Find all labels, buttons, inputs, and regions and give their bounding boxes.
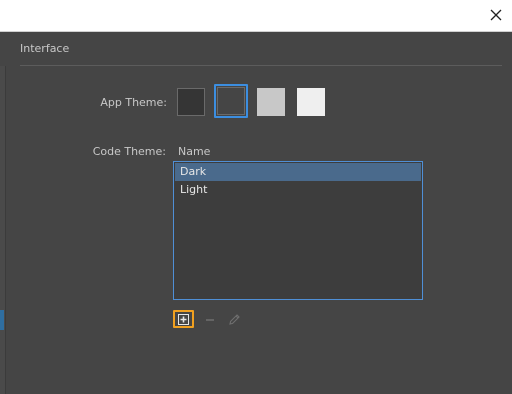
theme-swatch-lightest[interactable] <box>297 88 325 116</box>
section-title: Interface <box>20 42 70 55</box>
list-item-light[interactable]: Light <box>175 181 421 199</box>
plus-icon <box>178 313 189 325</box>
add-theme-button[interactable] <box>173 310 194 328</box>
theme-swatch-darkest[interactable] <box>177 88 205 116</box>
list-item-dark[interactable]: Dark <box>175 163 421 181</box>
code-theme-label: Code Theme: <box>92 145 166 158</box>
theme-swatch-light[interactable] <box>257 88 285 116</box>
theme-swatch-dark[interactable] <box>217 87 245 115</box>
app-theme-label: App Theme: <box>100 96 167 109</box>
minus-icon <box>206 319 214 321</box>
section-divider <box>20 65 502 66</box>
edit-theme-button[interactable] <box>226 311 242 327</box>
sidebar-edge <box>0 66 6 394</box>
pencil-icon <box>228 313 240 325</box>
code-theme-list[interactable]: Dark Light <box>173 161 423 300</box>
remove-theme-button[interactable] <box>202 312 218 328</box>
close-icon <box>490 9 502 21</box>
sidebar-selection-marker <box>0 310 4 330</box>
column-header-name: Name <box>178 145 211 158</box>
close-button[interactable] <box>486 5 506 25</box>
window-titlebar <box>0 0 512 32</box>
